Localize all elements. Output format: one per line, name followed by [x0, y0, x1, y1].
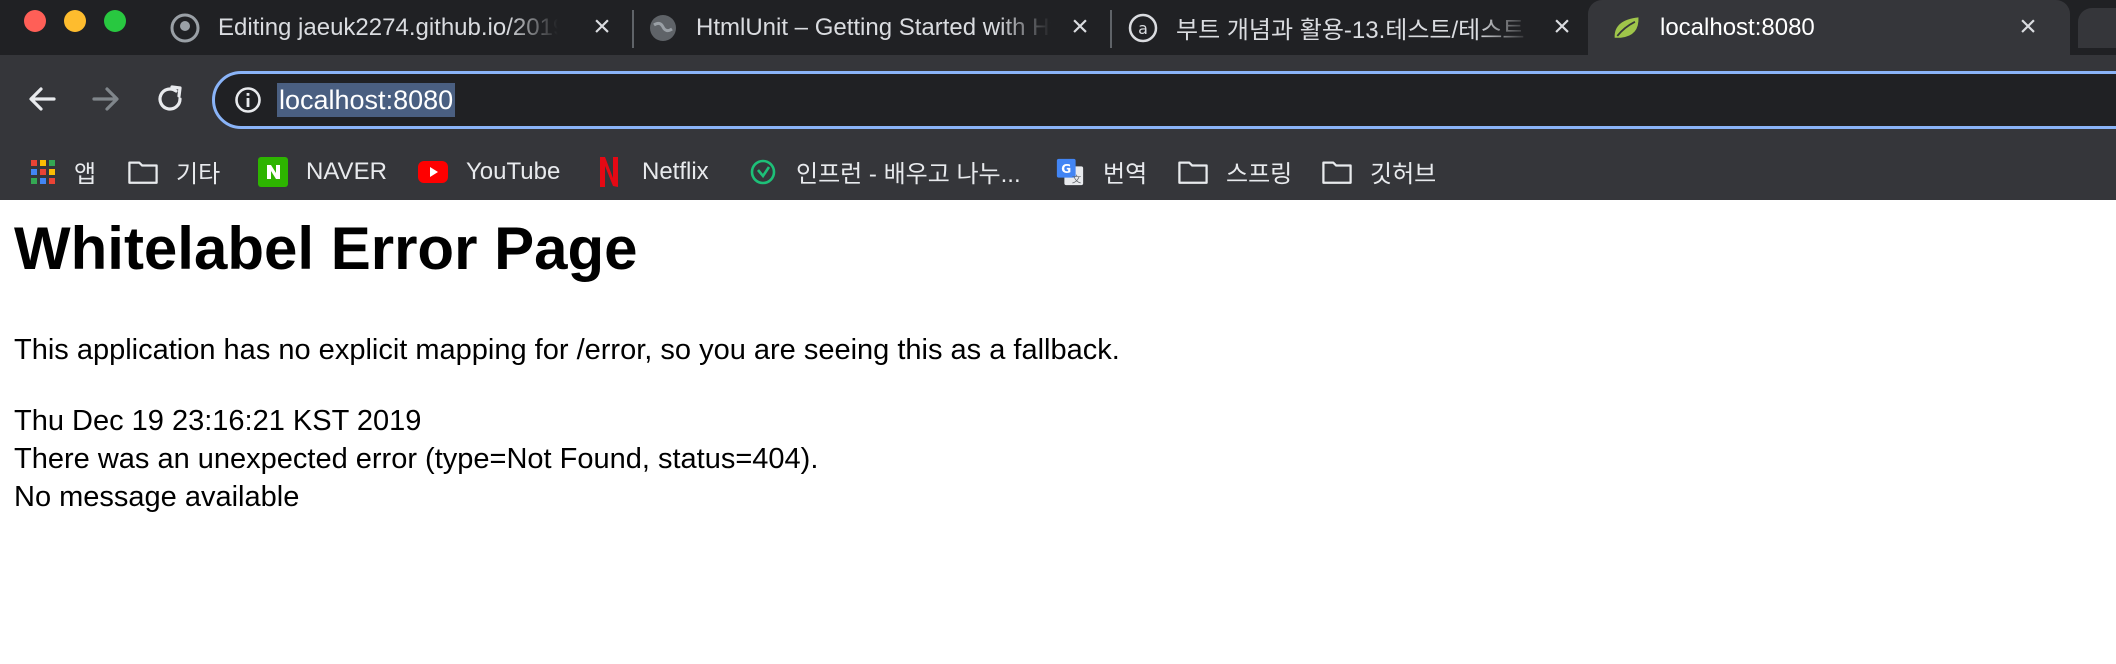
reload-icon	[158, 85, 182, 111]
reload-button[interactable]	[148, 77, 192, 121]
youtube-icon	[418, 157, 448, 187]
error-details: Thu Dec 19 23:16:21 KST 2019 There was a…	[14, 402, 818, 516]
bookmark-label: 스프링	[1226, 161, 1293, 188]
spring-leaf-icon	[1612, 13, 1642, 43]
maximize-window-button[interactable]	[104, 10, 126, 32]
close-tab-icon[interactable]: ×	[588, 12, 616, 42]
bookmark-apps[interactable]: 앱	[28, 143, 96, 200]
error-timestamp: Thu Dec 19 23:16:21 KST 2019	[14, 405, 422, 437]
bookmark-naver[interactable]: NAVER	[258, 143, 387, 200]
page-content: Whitelabel Error Page This application h…	[0, 200, 2116, 664]
page-title: Whitelabel Error Page	[14, 215, 638, 282]
folder-icon	[128, 157, 158, 187]
arrow-left-icon	[29, 87, 56, 111]
bookmark-folder-github[interactable]: 깃허브	[1322, 143, 1436, 200]
bookmark-translate[interactable]: G 文 번역	[1055, 143, 1147, 200]
inflearn-a-icon: a	[1128, 13, 1158, 43]
bookmark-inflearn[interactable]: 인프런 - 배우고 나누...	[748, 143, 1021, 200]
site-info-icon[interactable]	[233, 85, 263, 115]
close-tab-icon[interactable]: ×	[1066, 12, 1094, 42]
bookmark-label: Netflix	[642, 157, 709, 185]
tab-localhost[interactable]: localhost:8080 ×	[1588, 0, 2070, 55]
bookmark-netflix[interactable]: Netflix	[594, 143, 709, 200]
arrow-right-icon	[92, 87, 119, 111]
tab-inflearn[interactable]: a 부트 개념과 활용-13.테스트/테스트 유틸 ×	[1128, 0, 1590, 55]
bookmark-label: YouTube	[466, 157, 561, 185]
bookmark-label: 앱	[74, 161, 97, 188]
github-icon	[170, 13, 200, 43]
tab-title: HtmlUnit – Getting Started with HtmlUnit	[696, 13, 1051, 41]
minimize-window-button[interactable]	[64, 10, 86, 32]
svg-text:G: G	[1061, 161, 1071, 175]
apps-grid-icon	[28, 157, 58, 187]
bookmarks-bar: 앱 기타 NAVER YouTube Netflix 인프런 - 배우고 나누.…	[0, 143, 2116, 200]
bookmark-label: 인프런 - 배우고 나누...	[796, 161, 1021, 188]
tab-title: 부트 개념과 활용-13.테스트/테스트 유틸	[1176, 17, 1531, 44]
close-tab-icon[interactable]: ×	[1548, 12, 1576, 42]
new-tab-area[interactable]	[2078, 8, 2116, 48]
tab-htmlunit[interactable]: HtmlUnit – Getting Started with HtmlUnit…	[648, 0, 1108, 55]
browser-chrome: Editing jaeuk2274.github.io/2019 × HtmlU…	[0, 0, 2116, 200]
globe-icon	[648, 13, 678, 43]
address-bar[interactable]: localhost:8080	[212, 71, 2116, 129]
bookmark-label: 번역	[1103, 161, 1148, 188]
folder-icon	[1322, 157, 1352, 187]
netflix-icon	[594, 156, 624, 187]
folder-icon	[1178, 157, 1208, 187]
tab-separator	[632, 10, 634, 48]
svg-text:a: a	[1138, 19, 1148, 38]
tab-strip: Editing jaeuk2274.github.io/2019 × HtmlU…	[0, 0, 2116, 55]
tab-title: localhost:8080	[1660, 13, 1815, 41]
bookmark-youtube[interactable]: YouTube	[418, 143, 560, 200]
bookmark-label: 기타	[176, 161, 221, 188]
inflearn-icon	[748, 157, 778, 187]
google-translate-icon: G 文	[1055, 157, 1085, 187]
bookmark-folder-spring[interactable]: 스프링	[1178, 143, 1292, 200]
bookmark-label: NAVER	[306, 157, 387, 185]
tab-separator	[1110, 10, 1112, 48]
tab-title: Editing jaeuk2274.github.io/2019	[218, 13, 558, 41]
error-status: There was an unexpected error (type=Not …	[14, 443, 819, 475]
close-tab-icon[interactable]: ×	[2014, 12, 2042, 42]
naver-icon	[258, 156, 288, 187]
svg-text:文: 文	[1072, 173, 1082, 185]
forward-button[interactable]	[84, 77, 128, 121]
tab-github[interactable]: Editing jaeuk2274.github.io/2019 ×	[170, 0, 630, 55]
toolbar: localhost:8080	[0, 55, 2116, 143]
url-text[interactable]: localhost:8080	[277, 83, 456, 117]
close-window-button[interactable]	[24, 10, 46, 32]
bookmark-label: 깃허브	[1370, 161, 1437, 188]
error-message: No message available	[14, 481, 300, 513]
error-description: This application has no explicit mapping…	[14, 334, 1120, 366]
back-button[interactable]	[20, 77, 64, 121]
bookmark-folder-etc[interactable]: 기타	[128, 143, 220, 200]
